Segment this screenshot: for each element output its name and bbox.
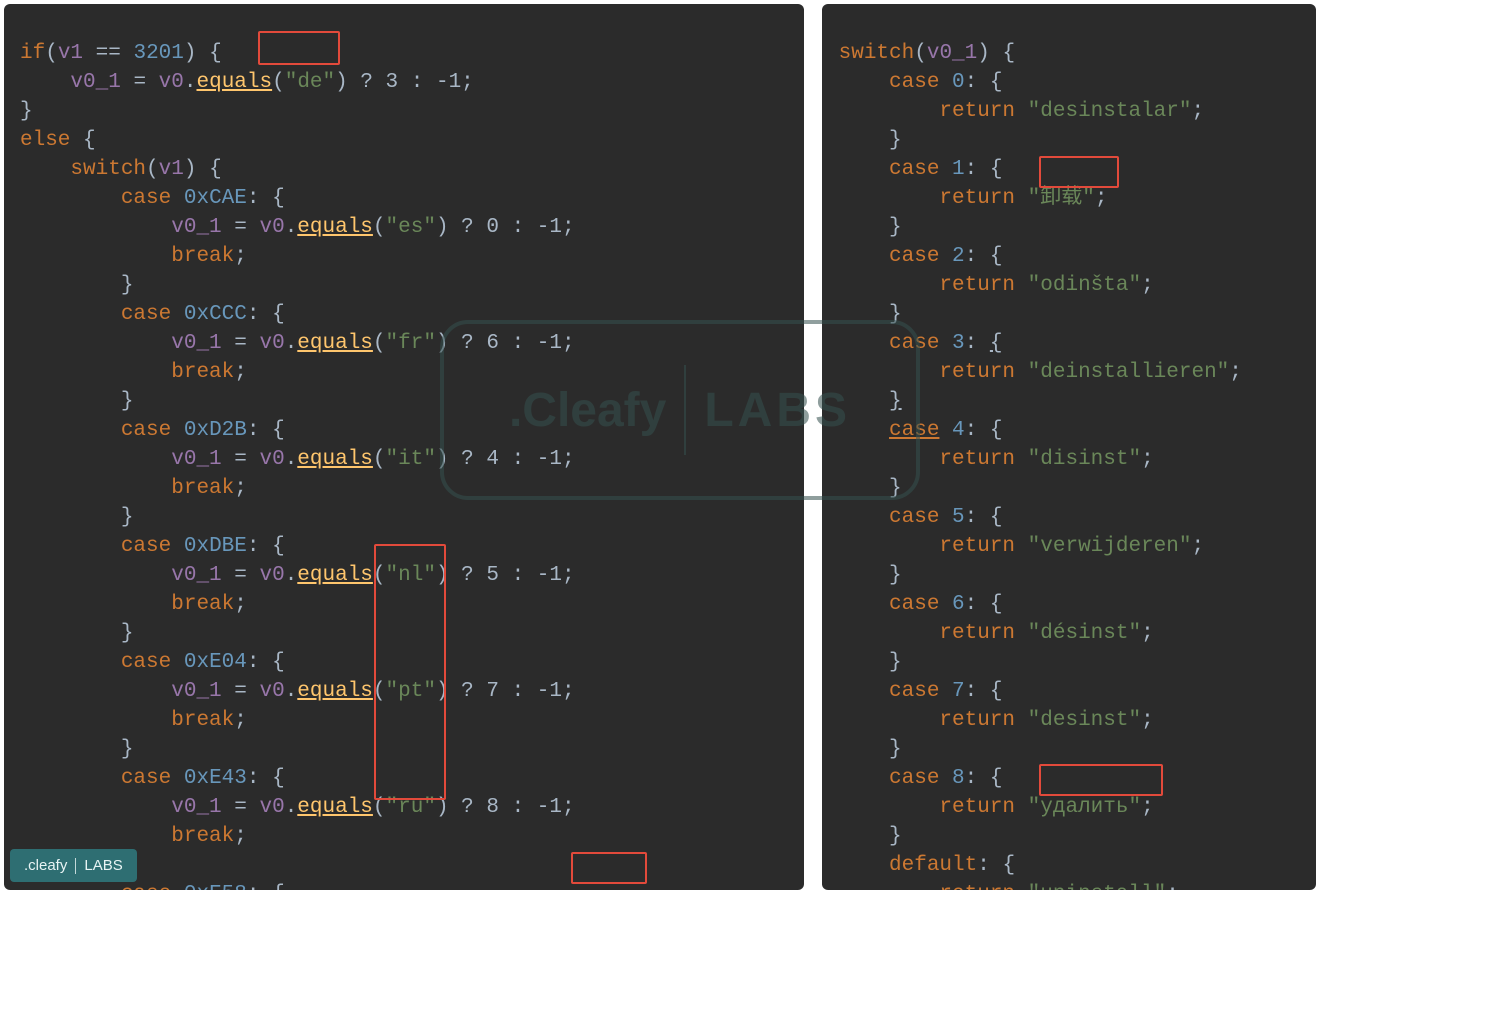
- str-pt: "pt": [386, 680, 436, 703]
- code-pane-right: switch(v0_1) { case 0: { return "desinst…: [822, 4, 1316, 890]
- highlight-de: [258, 31, 340, 65]
- highlight-zh: [571, 852, 647, 884]
- str-zh-uninstall: "卸载": [1028, 187, 1095, 210]
- kw-if: if: [20, 42, 45, 65]
- highlight-zh-uninstall: [1039, 156, 1119, 188]
- badge-divider: [75, 858, 76, 874]
- highlight-ru-uninstall: [1039, 764, 1163, 796]
- str-ru: "ru": [386, 796, 436, 819]
- brand-badge: .cleafy LABS: [10, 849, 137, 882]
- str-de: "de": [285, 71, 335, 94]
- code-pane-left: if(v1 == 3201) { v0_1 = v0.equals("de") …: [4, 4, 804, 890]
- str-ru-uninstall: "удалить": [1028, 796, 1141, 819]
- badge-sub: LABS: [84, 857, 122, 874]
- badge-brand: .cleafy: [24, 857, 67, 874]
